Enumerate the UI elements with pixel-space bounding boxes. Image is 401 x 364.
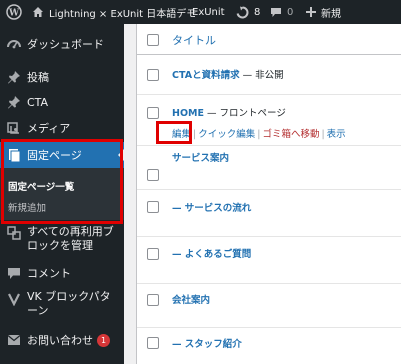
row-actions: 編集 | クイック編集 | ゴミ箱へ移動 | 表示 <box>172 126 346 140</box>
home-icon <box>32 6 44 18</box>
comment-icon <box>270 7 282 18</box>
comments-link[interactable]: 0 <box>270 0 293 24</box>
menu-label-dashboard: ダッシュボード <box>27 38 104 51</box>
menu-label-reusable-blocks: すべての再利用ブロックを管理 <box>27 225 114 252</box>
quick-edit-link[interactable]: クイック編集 <box>198 129 255 140</box>
exunit-link[interactable]: ExUnit <box>192 0 225 24</box>
menu-label-comments: コメント <box>27 267 71 280</box>
menu-item-media[interactable]: メディア <box>0 116 124 140</box>
dashboard-icon <box>7 37 21 51</box>
reusable-block-icon <box>7 226 21 240</box>
menu-label-media: メディア <box>27 122 71 135</box>
mail-icon <box>7 333 21 347</box>
row-title-link[interactable]: — よくあるご質問 <box>172 249 251 260</box>
row-title-link[interactable]: CTAと資料請求 <box>172 70 240 81</box>
row-action-separator: | <box>193 129 197 140</box>
row-title-link[interactable]: — スタッフ紹介 <box>172 339 242 350</box>
row-title[interactable]: 会社案内 <box>172 292 210 306</box>
row-checkbox[interactable] <box>147 107 159 119</box>
menu-item-vk-block-patterns[interactable]: VK ブロックパターン <box>0 290 124 326</box>
pushpin-icon <box>7 95 21 109</box>
table-row: サービス案内 <box>137 146 401 190</box>
comment-icon <box>7 266 21 280</box>
row-title[interactable]: — サービスの流れ <box>172 200 251 214</box>
table-row: CTAと資料請求 — 非公開 <box>137 55 401 95</box>
menu-item-dashboard[interactable]: ダッシュボード <box>0 32 124 56</box>
menu-item-posts[interactable]: 投稿 <box>0 65 124 89</box>
column-header-title[interactable]: タイトル <box>172 32 216 48</box>
new-content-link[interactable]: 新規 <box>306 0 341 24</box>
row-post-state: — 非公開 <box>239 70 284 81</box>
updates-icon <box>236 6 249 19</box>
highlight-box-edit-link <box>156 121 192 144</box>
menu-item-cta[interactable]: CTA <box>0 90 124 114</box>
contact-count-badge: 1 <box>97 333 110 347</box>
table-row: 会社案内 <box>137 284 401 328</box>
admin-bar: W Lightning × ExUnit 日本語デモ ExUnit 8 0 新規 <box>0 0 401 24</box>
row-title[interactable]: — よくあるご質問 <box>172 246 251 260</box>
row-title-link[interactable]: サービス案内 <box>172 153 229 164</box>
row-title[interactable]: サービス案内 <box>172 150 229 164</box>
menu-label-cta: CTA <box>27 95 49 109</box>
row-title[interactable]: — スタッフ紹介 <box>172 336 242 350</box>
updates-count: 8 <box>254 6 261 18</box>
table-row: — よくあるご質問 <box>137 237 401 284</box>
block-pattern-icon <box>7 292 21 306</box>
menu-item-contact[interactable]: お問い合わせ 1 <box>0 328 124 352</box>
pushpin-icon <box>7 70 21 84</box>
row-title-link[interactable]: 会社案内 <box>172 295 210 306</box>
menu-label-vk-block-patterns: VK ブロックパターン <box>27 290 111 317</box>
select-all-checkbox[interactable] <box>147 34 159 46</box>
row-checkbox[interactable] <box>147 294 159 306</box>
main-content: タイトル CTAと資料請求 — 非公開 HOME — フロントページ 編集 | クイ… <box>124 24 401 364</box>
pages-list-table: タイトル CTAと資料請求 — 非公開 HOME — フロントページ 編集 | クイ… <box>136 24 401 364</box>
new-label: 新規 <box>321 8 341 20</box>
menu-label-contact: お問い合わせ <box>27 334 93 347</box>
row-checkbox[interactable] <box>147 169 159 181</box>
row-checkbox[interactable] <box>147 201 159 213</box>
updates-link[interactable]: 8 <box>236 0 260 24</box>
row-title-link[interactable]: — サービスの流れ <box>172 203 251 214</box>
site-name-text: Lightning × ExUnit 日本語デモ <box>49 8 197 20</box>
row-checkbox[interactable] <box>147 248 159 260</box>
svg-text:W: W <box>8 9 20 19</box>
row-checkbox[interactable] <box>147 69 159 81</box>
view-link[interactable]: 表示 <box>327 129 346 140</box>
row-title[interactable]: CTAと資料請求 — 非公開 <box>172 67 284 81</box>
table-header-row: タイトル <box>137 24 401 55</box>
menu-item-comments[interactable]: コメント <box>0 261 124 285</box>
row-title[interactable]: HOME — フロントページ <box>172 105 286 119</box>
wordpress-logo-icon[interactable]: W <box>6 0 22 24</box>
menu-label-posts: 投稿 <box>27 71 49 84</box>
media-icon <box>7 121 21 135</box>
highlight-box-pages-menu <box>1 139 123 224</box>
row-title-link[interactable]: HOME <box>172 108 204 119</box>
table-row: — スタッフ紹介 <box>137 328 401 364</box>
row-post-state: — フロントページ <box>203 108 286 119</box>
table-row: — サービスの流れ <box>137 190 401 237</box>
row-action-separator: | <box>321 129 325 140</box>
comments-count: 0 <box>287 6 294 18</box>
site-name-link[interactable]: Lightning × ExUnit 日本語デモ <box>32 0 196 24</box>
trash-link[interactable]: ゴミ箱へ移動 <box>262 129 319 140</box>
plus-icon <box>306 7 316 17</box>
row-checkbox[interactable] <box>147 337 159 349</box>
menu-item-reusable-blocks[interactable]: すべての再利用ブロックを管理 <box>0 223 124 259</box>
row-action-separator: | <box>257 129 261 140</box>
